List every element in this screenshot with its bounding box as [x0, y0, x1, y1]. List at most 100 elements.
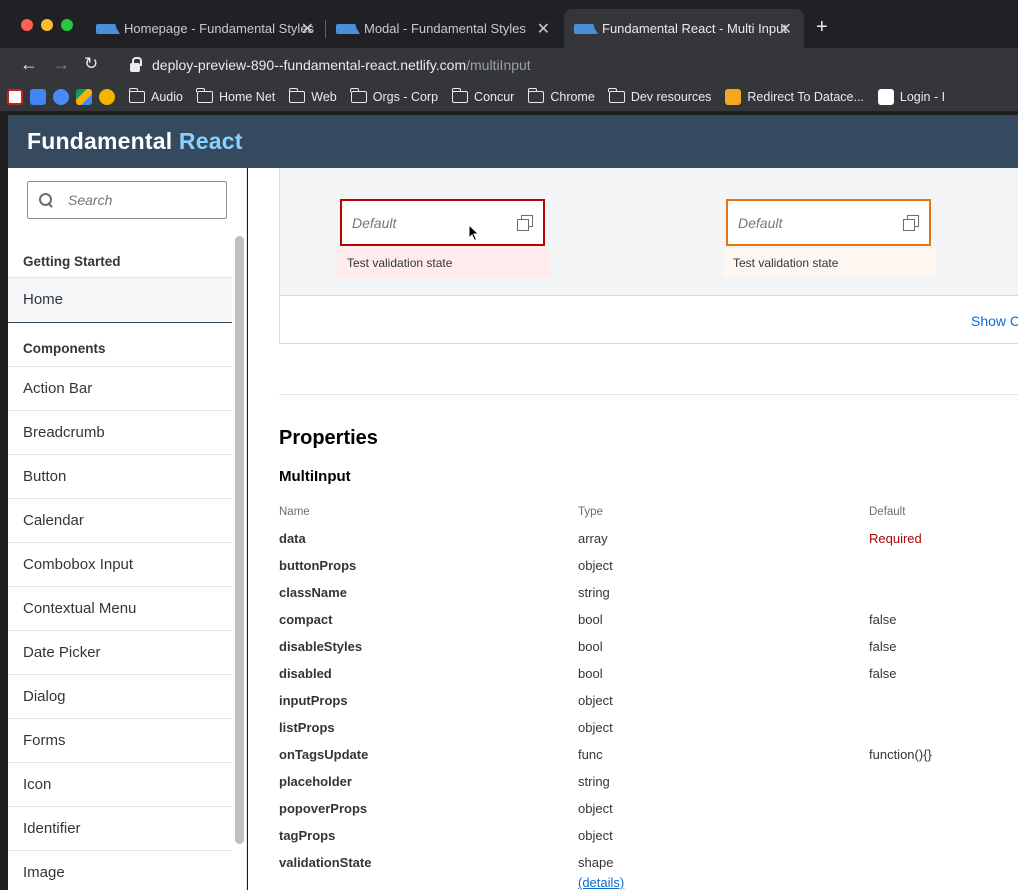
show-code-link[interactable]: Show C	[971, 313, 1018, 329]
sidebar-item-dialog[interactable]: Dialog	[8, 675, 232, 719]
account-bookmark-icon[interactable]	[53, 88, 69, 105]
multi-input-warning[interactable]: Default	[726, 199, 931, 246]
sidebar-item-image[interactable]: Image	[8, 851, 232, 890]
table-row: compact bool false	[279, 612, 1018, 639]
sidebar-item-combobox-input[interactable]: Combobox Input	[8, 543, 232, 587]
close-window-button[interactable]	[21, 19, 33, 31]
prop-name: onTagsUpdate	[279, 747, 369, 762]
table-row: placeholder string	[279, 774, 1018, 801]
tab-title: Modal - Fundamental Styles	[364, 21, 526, 36]
sidebar-item-icon[interactable]: Icon	[8, 763, 232, 807]
prop-type: bool	[578, 639, 603, 654]
table-row: validationState shape (details)	[279, 855, 1018, 890]
folder-icon	[608, 87, 625, 103]
multi-input-error[interactable]: Default	[340, 199, 545, 246]
brand-accent: React	[178, 128, 243, 154]
mouse-pointer-icon	[468, 224, 480, 242]
table-row: inputProps object	[279, 693, 1018, 720]
prop-default: false	[869, 612, 897, 627]
table-header: Name Type Default	[279, 506, 1018, 531]
bookmark-label: Orgs - Corp	[372, 89, 439, 104]
sidebar-item-forms[interactable]: Forms	[8, 719, 232, 763]
login-bookmark-icon	[877, 88, 894, 105]
sidebar: Search Getting Started Home Components A…	[8, 168, 247, 890]
nav-group-getting-started: Getting Started	[8, 236, 232, 278]
prop-name: disableStyles	[279, 639, 363, 654]
minimize-window-button[interactable]	[41, 19, 53, 31]
prop-name: placeholder	[279, 774, 352, 789]
pinwheel-bookmark-icon[interactable]	[99, 88, 115, 105]
brand-logo[interactable]: Fundamental React	[27, 128, 243, 155]
details-link[interactable]: (details)	[578, 875, 624, 890]
bookmark-folder[interactable]: Concur	[451, 87, 515, 104]
sidebar-item-button[interactable]: Button	[8, 455, 232, 499]
browser-tab-active[interactable]: Fundamental React - Multi Input ✕	[564, 9, 804, 48]
browser-tab[interactable]: Homepage - Fundamental Styles ✕	[86, 9, 326, 48]
bookmark-link[interactable]: Redirect To Datace...	[725, 88, 864, 105]
sap-favicon-icon	[574, 23, 598, 34]
sidebar-item-calendar[interactable]: Calendar	[8, 499, 232, 543]
folder-icon	[527, 87, 545, 103]
sidebar-item-contextual-menu[interactable]: Contextual Menu	[8, 587, 232, 631]
sidebar-item-action-bar[interactable]: Action Bar	[8, 367, 232, 411]
tab-title: Homepage - Fundamental Styles	[124, 21, 315, 36]
reload-icon[interactable]: ↻	[84, 54, 98, 74]
prop-default: false	[869, 639, 897, 654]
folder-icon	[196, 87, 213, 103]
bookmark-folder[interactable]: Chrome	[527, 87, 595, 104]
calendar-bookmark-icon[interactable]	[30, 88, 46, 105]
prop-name: buttonProps	[279, 558, 357, 573]
sidebar-scrollbar[interactable]	[235, 236, 244, 844]
close-tab-icon[interactable]: ✕	[779, 19, 792, 39]
browser-toolbar: ← → ↻ deploy-preview-890--fundamental-re…	[0, 48, 1018, 82]
prop-type: object	[578, 720, 613, 735]
url-path: /multiInput	[466, 57, 531, 73]
bookmark-folder[interactable]: Dev resources	[608, 87, 711, 104]
bookmark-link[interactable]: Login - I	[877, 88, 945, 105]
folder-icon	[451, 87, 469, 103]
bookmark-folder[interactable]: Home Net	[196, 87, 275, 104]
prop-name: popoverProps	[279, 801, 368, 816]
sidebar-item-date-picker[interactable]: Date Picker	[8, 631, 232, 675]
drive-bookmark-icon[interactable]	[76, 88, 92, 105]
multi-input-placeholder: Default	[352, 214, 397, 231]
table-row: onTagsUpdate func function(){}	[279, 747, 1018, 774]
back-arrow-icon[interactable]: ←	[20, 54, 38, 75]
forward-arrow-icon[interactable]: →	[52, 54, 70, 75]
sap-favicon-icon	[336, 23, 360, 34]
bookmark-folder[interactable]: Audio	[128, 87, 183, 104]
url-host: deploy-preview-890--fundamental-react.ne…	[152, 57, 467, 73]
browser-tab[interactable]: Modal - Fundamental Styles ✕	[326, 9, 562, 48]
bookmark-label: Chrome	[550, 89, 595, 104]
gmail-bookmark-icon[interactable]	[7, 88, 23, 105]
folder-icon	[350, 87, 367, 103]
prop-name: compact	[279, 612, 333, 627]
column-header-type: Type	[578, 506, 603, 518]
prop-type: object	[578, 558, 613, 573]
sidebar-item-breadcrumb[interactable]: Breadcrumb	[8, 411, 232, 455]
bookmark-folder[interactable]: Web	[288, 87, 337, 104]
bookmarks-bar: Audio Home Net Web Orgs - Corp Concur Ch…	[0, 82, 1018, 112]
sidebar-item-home[interactable]: Home	[8, 278, 232, 323]
table-row: disabled bool false	[279, 666, 1018, 693]
sap-favicon-icon	[96, 23, 120, 34]
app-header: Fundamental React	[8, 115, 1018, 168]
address-bar[interactable]: deploy-preview-890--fundamental-react.ne…	[116, 51, 1018, 79]
prop-type: string	[578, 774, 610, 789]
table-row: listProps object	[279, 720, 1018, 747]
redirect-bookmark-icon	[725, 88, 742, 105]
new-tab-icon[interactable]: +	[816, 17, 828, 37]
close-tab-icon[interactable]: ✕	[301, 19, 314, 39]
prop-name: inputProps	[279, 693, 348, 708]
prop-type: bool	[578, 612, 603, 627]
copy-icon[interactable]	[517, 215, 533, 231]
sidebar-item-identifier[interactable]: Identifier	[8, 807, 232, 851]
bookmark-folder[interactable]: Orgs - Corp	[350, 87, 439, 104]
bookmark-label: Concur	[474, 89, 515, 104]
close-tab-icon[interactable]: ✕	[537, 19, 550, 39]
maximize-window-button[interactable]	[61, 19, 73, 31]
search-input[interactable]: Search	[27, 181, 227, 219]
prop-name: listProps	[279, 720, 335, 735]
copy-icon[interactable]	[903, 215, 919, 231]
component-heading: MultiInput	[279, 468, 351, 485]
